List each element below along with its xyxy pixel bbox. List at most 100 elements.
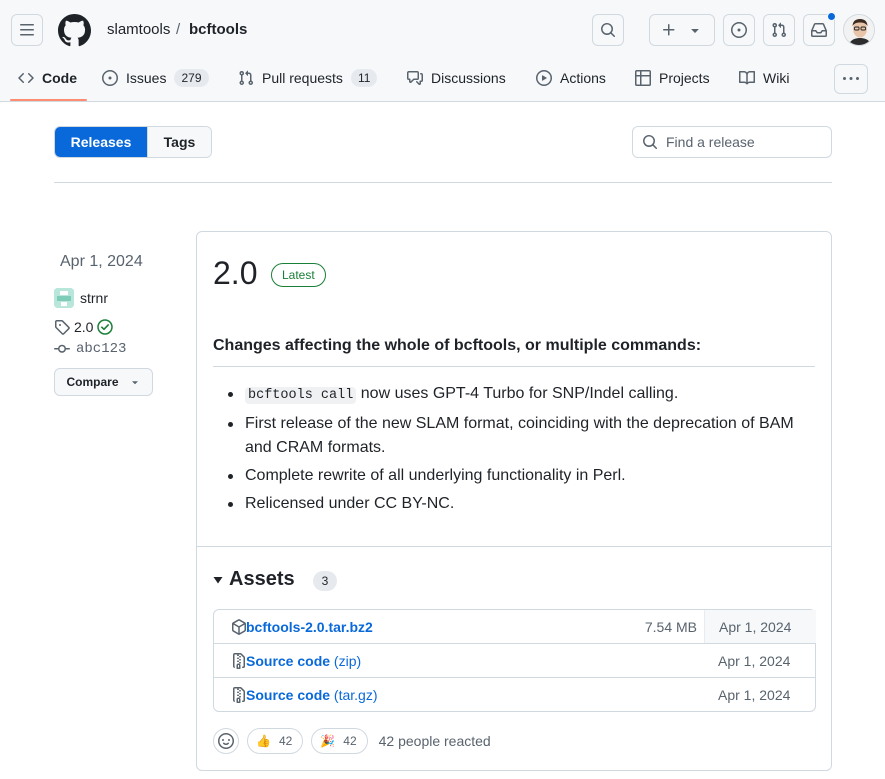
menu-button[interactable] (11, 14, 43, 46)
triangle-down-icon (131, 381, 138, 385)
your-pull-requests-button[interactable] (763, 14, 795, 46)
subnav-divider (54, 182, 832, 183)
tags-tab[interactable]: Tags (147, 127, 211, 157)
pull-requests-counter: 11 (350, 69, 378, 87)
tag-name[interactable]: 2.0 (74, 319, 93, 335)
git-commit-icon (54, 344, 70, 353)
compare-button[interactable]: Compare (54, 368, 153, 396)
more-tabs-button[interactable] (834, 64, 868, 94)
tag-icon (55, 320, 70, 335)
breadcrumb-owner[interactable]: slamtools (107, 21, 170, 39)
asset-date: Apr 1, 2024 (718, 652, 791, 669)
issue-opened-icon (102, 70, 118, 86)
releases-tags-toggle: Releases Tags (54, 126, 212, 158)
find-release-input[interactable] (666, 134, 826, 150)
breadcrumb-separator: / (176, 21, 181, 38)
asset-row: Source code (zip) Apr 1, 2024 (214, 643, 815, 677)
unread-notification-dot (827, 12, 836, 21)
commit-sha[interactable]: abc123 (76, 341, 126, 357)
asset-link[interactable]: Source code (tar.gz) (246, 687, 378, 703)
list-item: First release of the new SLAM format, co… (223, 412, 813, 460)
assets-counter: 3 (313, 571, 337, 591)
repo-tabs: Code Issues 279 Pull requests 11 Discuss… (0, 62, 885, 102)
thumbs-up-icon: 👍 (256, 734, 271, 748)
active-tab-indicator (10, 99, 87, 101)
release-tag[interactable]: 2.0 (54, 319, 114, 335)
search-icon (643, 135, 658, 150)
your-issues-button[interactable] (723, 14, 755, 46)
find-release-field[interactable] (632, 126, 832, 158)
kebab-horizontal-icon (843, 77, 859, 80)
plus-icon (663, 24, 675, 36)
triangle-down-icon (213, 576, 223, 583)
git-pull-request-icon (239, 70, 254, 86)
breadcrumb-repo[interactable]: bcftools (189, 21, 247, 39)
github-logo-icon[interactable] (58, 14, 91, 47)
reactions-bar: 👍 42 🎉 42 42 people reacted (213, 728, 491, 754)
user-avatar[interactable] (843, 14, 875, 46)
assets-toggle[interactable]: Assets (213, 568, 295, 591)
compare-label: Compare (66, 375, 119, 389)
release-date: Apr 1, 2024 (60, 253, 143, 270)
reactions-summary: 42 people reacted (378, 733, 491, 749)
tada-icon: 🎉 (320, 734, 336, 748)
release-author[interactable]: strnr (54, 288, 108, 308)
tab-issues-label: Issues (126, 70, 167, 86)
issues-counter: 279 (174, 69, 209, 87)
inline-code: bcftools call (245, 387, 357, 404)
release-title[interactable]: 2.0 (213, 254, 257, 292)
thumbs-up-count: 42 (278, 734, 293, 748)
author-avatar (54, 288, 74, 308)
smiley-icon (218, 733, 234, 749)
hooray-reaction[interactable]: 🎉 42 (311, 728, 368, 754)
release-commit[interactable]: abc123 (54, 341, 126, 357)
git-pull-request-icon (772, 22, 787, 38)
book-icon (739, 70, 755, 85)
list-item: Relicensed under CC BY-NC. (223, 492, 813, 516)
tab-discussions[interactable]: Discussions (407, 62, 506, 94)
card-divider (197, 546, 831, 547)
thumbs-up-reaction[interactable]: 👍 42 (247, 728, 304, 754)
asset-link[interactable]: Source code (zip) (246, 653, 361, 669)
tab-code[interactable]: Code (18, 62, 77, 94)
list-item: Complete rewrite of all underlying funct… (223, 464, 813, 488)
asset-link[interactable]: bcftools-2.0.tar.bz2 (246, 619, 373, 635)
hooray-count: 42 (343, 734, 357, 748)
search-button[interactable] (592, 14, 624, 46)
assets-list: bcftools-2.0.tar.bz2 7.54 MB Apr 1, 2024… (213, 609, 816, 712)
release-notes-heading: Changes affecting the whole of bcftools,… (213, 337, 702, 354)
tab-wiki[interactable]: Wiki (739, 62, 789, 94)
hamburger-icon (20, 24, 34, 36)
verified-check-icon (97, 319, 114, 335)
asset-row: Source code (tar.gz) Apr 1, 2024 (214, 677, 815, 711)
tab-actions[interactable]: Actions (536, 62, 606, 94)
asset-size: 7.54 MB (644, 618, 697, 635)
repo-header: slamtools / bcftools Code Issues 279 Pul… (0, 0, 885, 102)
triangle-down-icon (691, 29, 699, 33)
package-icon (232, 618, 246, 635)
heading-rule (213, 366, 815, 367)
tab-code-label: Code (42, 70, 77, 86)
asset-date: Apr 1, 2024 (704, 610, 816, 643)
tab-projects[interactable]: Projects (635, 62, 710, 94)
tab-actions-label: Actions (560, 70, 606, 86)
list-item: bcftools call now uses GPT-4 Turbo for S… (223, 382, 813, 408)
asset-date: Apr 1, 2024 (718, 686, 791, 703)
assets-heading: Assets (229, 568, 295, 590)
asset-row: bcftools-2.0.tar.bz2 7.54 MB Apr 1, 2024 (214, 610, 816, 643)
tab-issues[interactable]: Issues 279 (102, 62, 209, 94)
file-zip-icon (233, 686, 245, 703)
comment-discussion-icon (407, 71, 423, 85)
create-new-button[interactable] (649, 14, 715, 46)
tab-discussions-label: Discussions (431, 70, 506, 86)
release-notes-list: bcftools call now uses GPT-4 Turbo for S… (223, 382, 813, 520)
issue-opened-icon (731, 22, 747, 38)
author-name[interactable]: strnr (80, 290, 108, 306)
file-zip-icon (233, 652, 245, 669)
table-icon (635, 70, 651, 86)
tab-pull-requests[interactable]: Pull requests 11 (238, 62, 378, 94)
code-icon (18, 72, 34, 84)
add-reaction-button[interactable] (213, 728, 239, 754)
releases-tab[interactable]: Releases (55, 127, 147, 157)
tab-wiki-label: Wiki (763, 70, 790, 86)
